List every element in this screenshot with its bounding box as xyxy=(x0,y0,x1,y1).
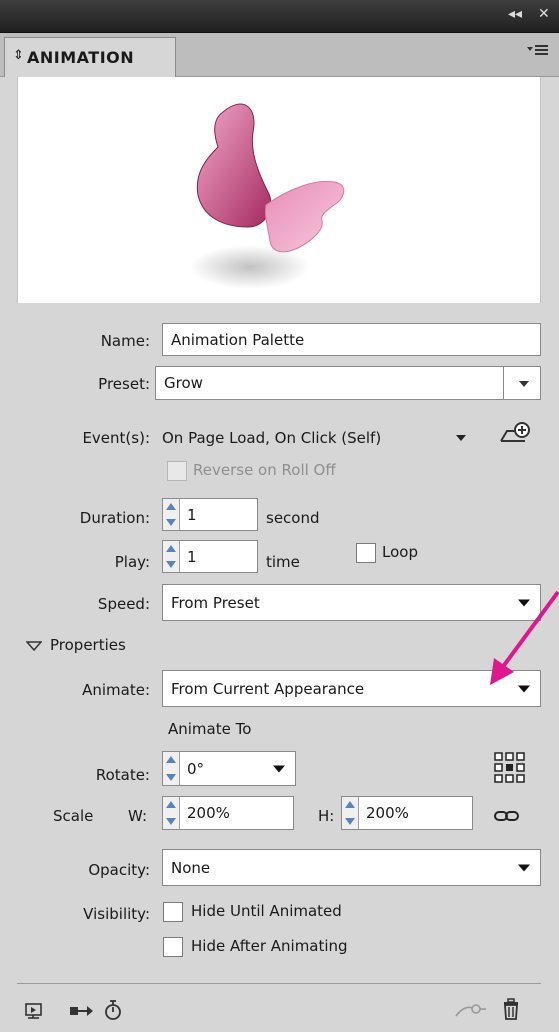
trash-icon[interactable] xyxy=(502,998,520,1020)
close-icon[interactable]: ✕ xyxy=(538,6,550,22)
expand-collapse-icon: ⇕ xyxy=(13,48,24,63)
panel-tabbar: ⇕ ANIMATION xyxy=(0,33,559,77)
duration-stepper[interactable]: 1 xyxy=(162,498,258,531)
scale-h-label: H: xyxy=(318,807,335,825)
name-label: Name: xyxy=(100,332,150,350)
animate-label: Animate: xyxy=(82,681,150,699)
bottom-divider xyxy=(17,983,541,984)
constrain-proportions-link-icon[interactable] xyxy=(494,810,520,822)
chevron-down-icon xyxy=(273,765,285,772)
visibility-label: Visibility: xyxy=(83,905,150,923)
preset-select[interactable]: Grow xyxy=(155,366,541,400)
properties-header[interactable]: Properties xyxy=(50,636,126,654)
reverse-on-roll-off-checkbox[interactable] xyxy=(167,461,187,481)
play-label: Play: xyxy=(114,553,150,571)
animation-preview xyxy=(17,77,541,303)
events-value[interactable]: On Page Load, On Click (Self) xyxy=(162,429,381,447)
name-input[interactable]: Animation Palette xyxy=(162,323,541,356)
rotate-value: 0° xyxy=(187,759,205,778)
loop-checkbox[interactable] xyxy=(356,543,376,563)
scale-h-stepper[interactable]: 200% xyxy=(341,796,473,830)
name-input-value: Animation Palette xyxy=(171,330,305,349)
duration-stepper-arrows[interactable] xyxy=(163,499,180,530)
callout-arrow-icon xyxy=(490,590,559,685)
timing-stopwatch-icon[interactable] xyxy=(103,999,123,1021)
play-value: 1 xyxy=(187,547,197,566)
reference-point-icon[interactable] xyxy=(493,751,527,785)
scale-w-stepper-arrows[interactable] xyxy=(163,797,180,829)
butterfly-image xyxy=(190,103,345,289)
loop-label: Loop xyxy=(382,543,418,561)
events-label: Event(s): xyxy=(82,429,150,447)
hide-after-animating-label: Hide After Animating xyxy=(191,937,348,955)
hide-until-animated-label: Hide Until Animated xyxy=(191,902,342,920)
rotate-select[interactable]: 0° xyxy=(162,751,296,786)
preset-select-value: Grow xyxy=(164,374,203,392)
scale-w-value: 200% xyxy=(187,804,230,822)
hide-after-animating-checkbox[interactable] xyxy=(163,937,183,957)
opacity-select-value: None xyxy=(171,858,211,877)
events-dropdown-icon[interactable] xyxy=(455,434,467,442)
hide-until-animated-checkbox[interactable] xyxy=(163,902,183,922)
duration-label: Duration: xyxy=(79,509,150,527)
scale-h-stepper-arrows[interactable] xyxy=(342,797,359,829)
chevron-down-icon xyxy=(519,381,529,387)
chevron-down-icon xyxy=(518,864,530,871)
panel-topbar: ◂◂ ✕ xyxy=(0,0,559,33)
scale-h-value: 200% xyxy=(366,804,409,822)
rotate-label: Rotate: xyxy=(95,766,150,784)
convert-to-motion-path-icon[interactable] xyxy=(68,1003,94,1019)
animate-select-value: From Current Appearance xyxy=(171,679,365,698)
properties-disclosure-icon[interactable] xyxy=(26,641,42,651)
rotate-stepper-arrows[interactable] xyxy=(163,752,180,785)
add-event-icon[interactable] xyxy=(497,421,533,447)
scale-w-label: W: xyxy=(128,807,148,825)
scale-w-stepper[interactable]: 200% xyxy=(162,796,294,830)
speed-label: Speed: xyxy=(97,595,150,613)
animate-to-label: Animate To xyxy=(168,720,252,738)
play-unit: time xyxy=(266,553,300,571)
reverse-on-roll-off-label: Reverse on Roll Off xyxy=(193,461,336,479)
preview-spread-icon[interactable] xyxy=(24,1002,44,1020)
scale-label: Scale xyxy=(53,807,94,825)
play-stepper[interactable]: 1 xyxy=(162,540,258,573)
panel-title: ANIMATION xyxy=(27,48,135,67)
opacity-select[interactable]: None xyxy=(162,849,541,886)
play-stepper-arrows[interactable] xyxy=(163,541,180,572)
tab-animation[interactable]: ⇕ ANIMATION xyxy=(4,37,176,77)
speed-select-value: From Preset xyxy=(171,593,260,612)
duration-value: 1 xyxy=(187,505,197,524)
duration-unit: second xyxy=(266,509,320,527)
collapse-icon[interactable]: ◂◂ xyxy=(508,6,522,22)
panel-menu-icon[interactable] xyxy=(527,43,549,61)
preset-label: Preset: xyxy=(98,375,150,393)
motion-path-icon[interactable] xyxy=(454,1002,488,1018)
opacity-label: Opacity: xyxy=(88,861,150,879)
